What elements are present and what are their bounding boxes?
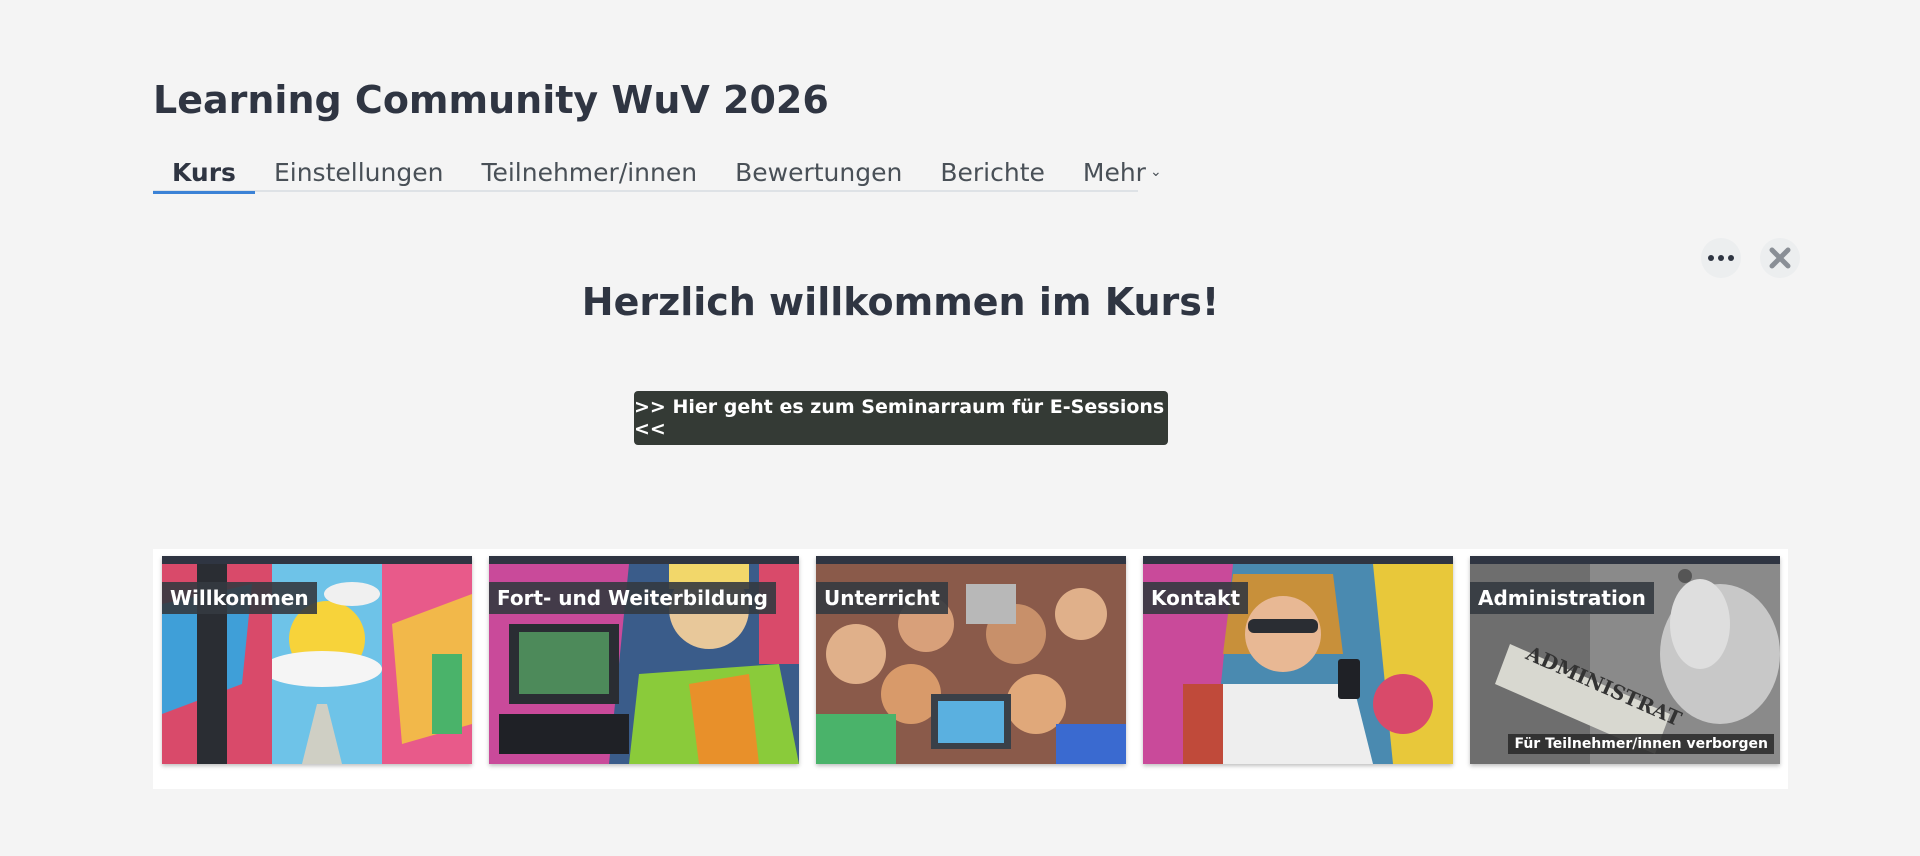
- close-button[interactable]: [1760, 238, 1800, 278]
- close-icon: [1769, 247, 1791, 269]
- hidden-from-students-badge: Für Teilnehmer/innen verborgen: [1508, 734, 1774, 754]
- more-options-button[interactable]: [1701, 238, 1741, 278]
- tab-mehr[interactable]: Mehr ⌄: [1064, 152, 1181, 192]
- tile-unterricht[interactable]: Unterricht: [816, 556, 1126, 764]
- tab-berichte[interactable]: Berichte: [921, 152, 1064, 192]
- tab-bewertungen[interactable]: Bewertungen: [716, 152, 921, 192]
- ellipsis-icon: [1708, 255, 1734, 261]
- tile-label: Administration: [1470, 582, 1654, 614]
- tile-label: Kontakt: [1143, 582, 1249, 614]
- tile-label: Willkommen: [162, 582, 317, 614]
- tile-willkommen[interactable]: Willkommen: [162, 556, 472, 764]
- seminar-room-button[interactable]: >> Hier geht es zum Seminarraum für E-Se…: [634, 391, 1168, 445]
- tab-mehr-label: Mehr: [1082, 157, 1146, 187]
- tile-kontakt[interactable]: Kontakt: [1143, 556, 1453, 764]
- tile-administration[interactable]: ADMINISTRAT Administration Für Teilnehme…: [1470, 556, 1780, 764]
- tab-teilnehmer[interactable]: Teilnehmer/innen: [462, 152, 716, 192]
- chevron-down-icon: ⌄: [1149, 164, 1162, 180]
- course-navigation: Kurs Einstellungen Teilnehmer/innen Bewe…: [153, 152, 1162, 194]
- tile-label: Fort- und Weiterbildung: [489, 582, 776, 614]
- tile-label: Unterricht: [816, 582, 948, 614]
- course-title: Learning Community WuV 2026: [153, 78, 829, 122]
- tab-einstellungen[interactable]: Einstellungen: [255, 152, 462, 192]
- tile-fort-und-weiterbildung[interactable]: Fort- und Weiterbildung: [489, 556, 799, 764]
- section-tiles: Willkommen Fort- und Weiterbildung Unter…: [153, 549, 1788, 789]
- welcome-heading: Herzlich willkommen im Kurs!: [581, 280, 1220, 324]
- tab-kurs[interactable]: Kurs: [153, 152, 255, 194]
